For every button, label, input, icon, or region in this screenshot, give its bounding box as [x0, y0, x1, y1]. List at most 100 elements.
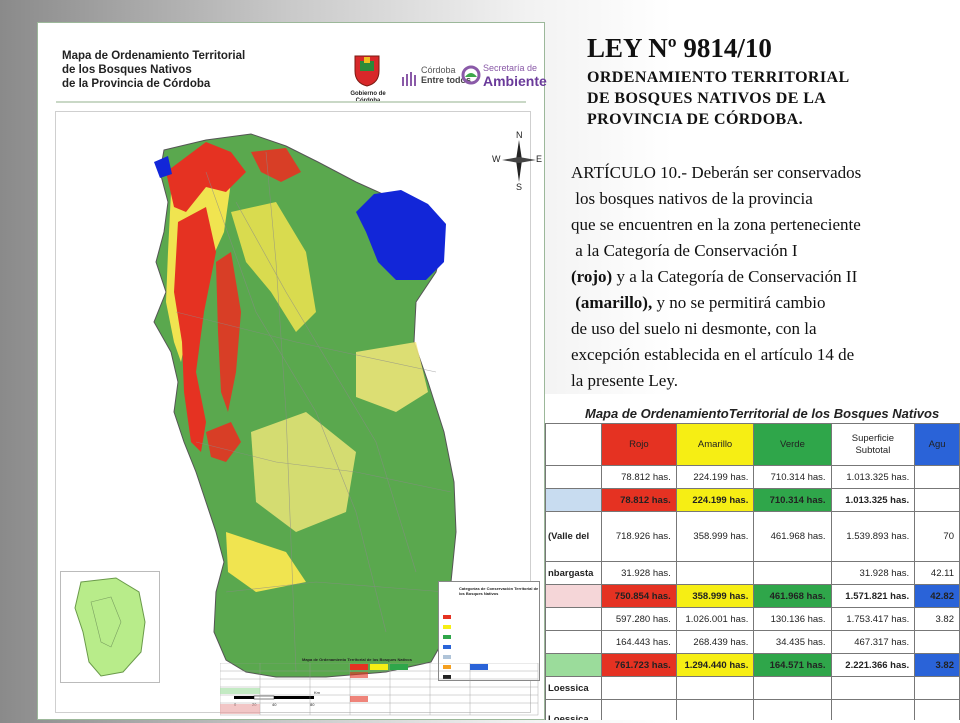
table-cell: 1.571.821 has.	[830, 584, 916, 608]
article-line-8: excepción establecida en el artículo 14 …	[571, 345, 855, 364]
article-emphasis: (rojo)	[571, 267, 613, 286]
table-cell	[675, 676, 755, 700]
surface-table-heading: Mapa de OrdenamientoTerritorial de los B…	[585, 406, 940, 421]
article-line-7: de uso del suelo ni desmonte, con la	[571, 319, 817, 338]
article-line-6: (amarillo), y no se permitirá cambio	[575, 293, 826, 312]
article-emphasis: (amarillo),	[575, 293, 653, 312]
table-cell: 130.136 has.	[753, 607, 832, 631]
header-divider	[56, 101, 526, 103]
table-cell: 1.539.893 has.	[830, 511, 916, 562]
legend-title: Categorías de Conservación Territorial d…	[459, 586, 539, 596]
table-cell: 710.314 has.	[753, 488, 832, 512]
law-subtitle: ORDENAMIENTO TERRITORIAL DE BOSQUES NATI…	[587, 67, 850, 130]
table-cell: 31.928 has.	[830, 561, 916, 585]
map-title: Mapa de Ordenamiento Territorial de los …	[62, 49, 245, 91]
header-cell-label	[545, 423, 602, 466]
table-row: 597.280 has. 1.026.001 has. 130.136 has. 1.…	[545, 607, 960, 631]
table-row: nbargasta 31.928 has. 31.928 has. 42.11	[545, 561, 960, 585]
compass-west-label: W	[492, 154, 501, 164]
header-cell-amarillo: Amarillo	[675, 423, 755, 466]
table-cell: 70	[914, 511, 960, 562]
article-line-3: que se encuentren en la zona pertenecien…	[571, 215, 861, 234]
inset-province-svg	[74, 577, 146, 677]
table-row: Loessica	[545, 676, 960, 700]
legend-swatch-amarillo	[443, 618, 451, 630]
table-cell: 461.968 has.	[753, 511, 832, 562]
table-cell: 34.435 has.	[753, 630, 832, 654]
table-cell	[914, 465, 960, 489]
header-cell-rojo: Rojo	[600, 423, 677, 466]
table-row-label: (Valle del	[545, 511, 602, 562]
table-cell	[600, 676, 677, 700]
table-cell: 461.968 has.	[753, 584, 832, 608]
compass-south-label: S	[516, 182, 523, 192]
table-cell: 164.443 has.	[600, 630, 677, 654]
article-line-9: la presente Ley.	[571, 371, 678, 390]
table-cell: 224.199 has.	[675, 488, 755, 512]
table-cell: 2.221.366 has.	[830, 653, 916, 677]
map-panel: Mapa de Ordenamiento Territorial de los …	[37, 22, 547, 720]
table-row: 78.812 has. 224.199 has. 710.314 has. 1.013…	[545, 488, 960, 512]
table-cell: 42.11	[914, 561, 960, 585]
map-title-line-2: de los Bosques Nativos	[62, 64, 192, 76]
table-row-label	[545, 630, 602, 654]
table-row-label	[545, 465, 602, 489]
table-cell: 42.82	[914, 584, 960, 608]
table-cell: 268.439 has.	[675, 630, 755, 654]
table-cell: 761.723 has.	[600, 653, 677, 677]
table-cell: 1.013.325 has.	[830, 488, 916, 512]
table-cell: 164.571 has.	[753, 653, 832, 677]
legend-swatch-salinas	[443, 648, 451, 660]
table-cell: 3.82	[914, 607, 960, 631]
coat-of-arms-logo	[354, 55, 380, 87]
table-cell: 31.928 has.	[600, 561, 677, 585]
table-cell	[753, 561, 832, 585]
logos: Gobierno de Córdoba Córdoba Entre todos …	[343, 49, 547, 115]
legend-swatch-verde	[443, 628, 451, 640]
table-row-label: nbargasta	[545, 561, 602, 585]
table-cell: 1.013.325 has.	[830, 465, 916, 489]
law-subtitle-line-2: DE BOSQUES NATIVOS DE LA	[587, 90, 827, 107]
cordoba-bars-icon	[402, 72, 416, 86]
legend-swatch-rojo	[443, 608, 451, 620]
table-cell: 1.026.001 has.	[675, 607, 755, 631]
table-cell	[914, 676, 960, 700]
table-row: 750.854 has. 358.999 has. 461.968 has. 1.57…	[545, 584, 960, 608]
table-row: Loessica e Tortugas233.732 has.1.828.158…	[545, 699, 960, 720]
table-cell: 358.999 has.	[675, 511, 755, 562]
location-inset-map	[60, 571, 160, 683]
map-title-line-1: Mapa de Ordenamiento Territorial	[62, 50, 246, 62]
law-subtitle-line-3: PROVINCIA DE CÓRDOBA.	[587, 111, 803, 128]
table-cell	[675, 561, 755, 585]
compass-north-label: N	[516, 130, 523, 140]
header-cell-verde: Verde	[753, 423, 832, 466]
secretaria-logo-text: Secretaría de	[483, 63, 538, 73]
cordoba-logo-text: Córdoba	[421, 65, 456, 75]
table-row-label	[545, 488, 602, 512]
table-cell: 358.999 has.	[675, 584, 755, 608]
table-cell: 718.926 has.	[600, 511, 677, 562]
surface-table: Rojo Amarillo Verde Superficie Subtotal …	[545, 423, 960, 720]
surface-table-panel: Mapa de OrdenamientoTerritorial de los B…	[545, 394, 960, 720]
map-title-line-3: de la Provincia de Córdoba	[62, 78, 211, 90]
table-row: (Valle del 718.926 has. 358.999 has. 461.96…	[545, 511, 960, 562]
header-cell-subtotal: Superficie Subtotal	[830, 423, 916, 466]
law-title: LEY Nº 9814/10	[587, 33, 772, 63]
table-cell	[753, 676, 832, 700]
compass-rose: N S E W	[492, 130, 544, 192]
table-row-label	[545, 584, 602, 608]
table-cell	[914, 488, 960, 512]
mini-table-title: Mapa de Ordenamiento Territorial de los …	[302, 657, 412, 662]
table-row-label: Loessica	[545, 676, 602, 700]
law-subtitle-line-1: ORDENAMIENTO TERRITORIAL	[587, 69, 850, 86]
surface-table-body: 78.812 has. 224.199 has. 710.314 has. 1.013…	[545, 465, 960, 720]
table-cell: 78.812 has.	[600, 488, 677, 512]
table-row: 761.723 has. 1.294.440 has. 164.571 has. 2.…	[545, 653, 960, 677]
table-header-row: Rojo Amarillo Verde Superficie Subtotal …	[545, 423, 960, 466]
table-cell: 1.753.417 has.	[830, 607, 916, 631]
article-line-2: los bosques nativos de la provincia	[571, 189, 813, 208]
table-row: 164.443 has. 268.439 has. 34.435 has. 467.3…	[545, 630, 960, 654]
mini-table-grid	[220, 663, 539, 716]
table-cell: 750.854 has.	[600, 584, 677, 608]
table-cell: 10.309.451 has.	[830, 699, 916, 720]
